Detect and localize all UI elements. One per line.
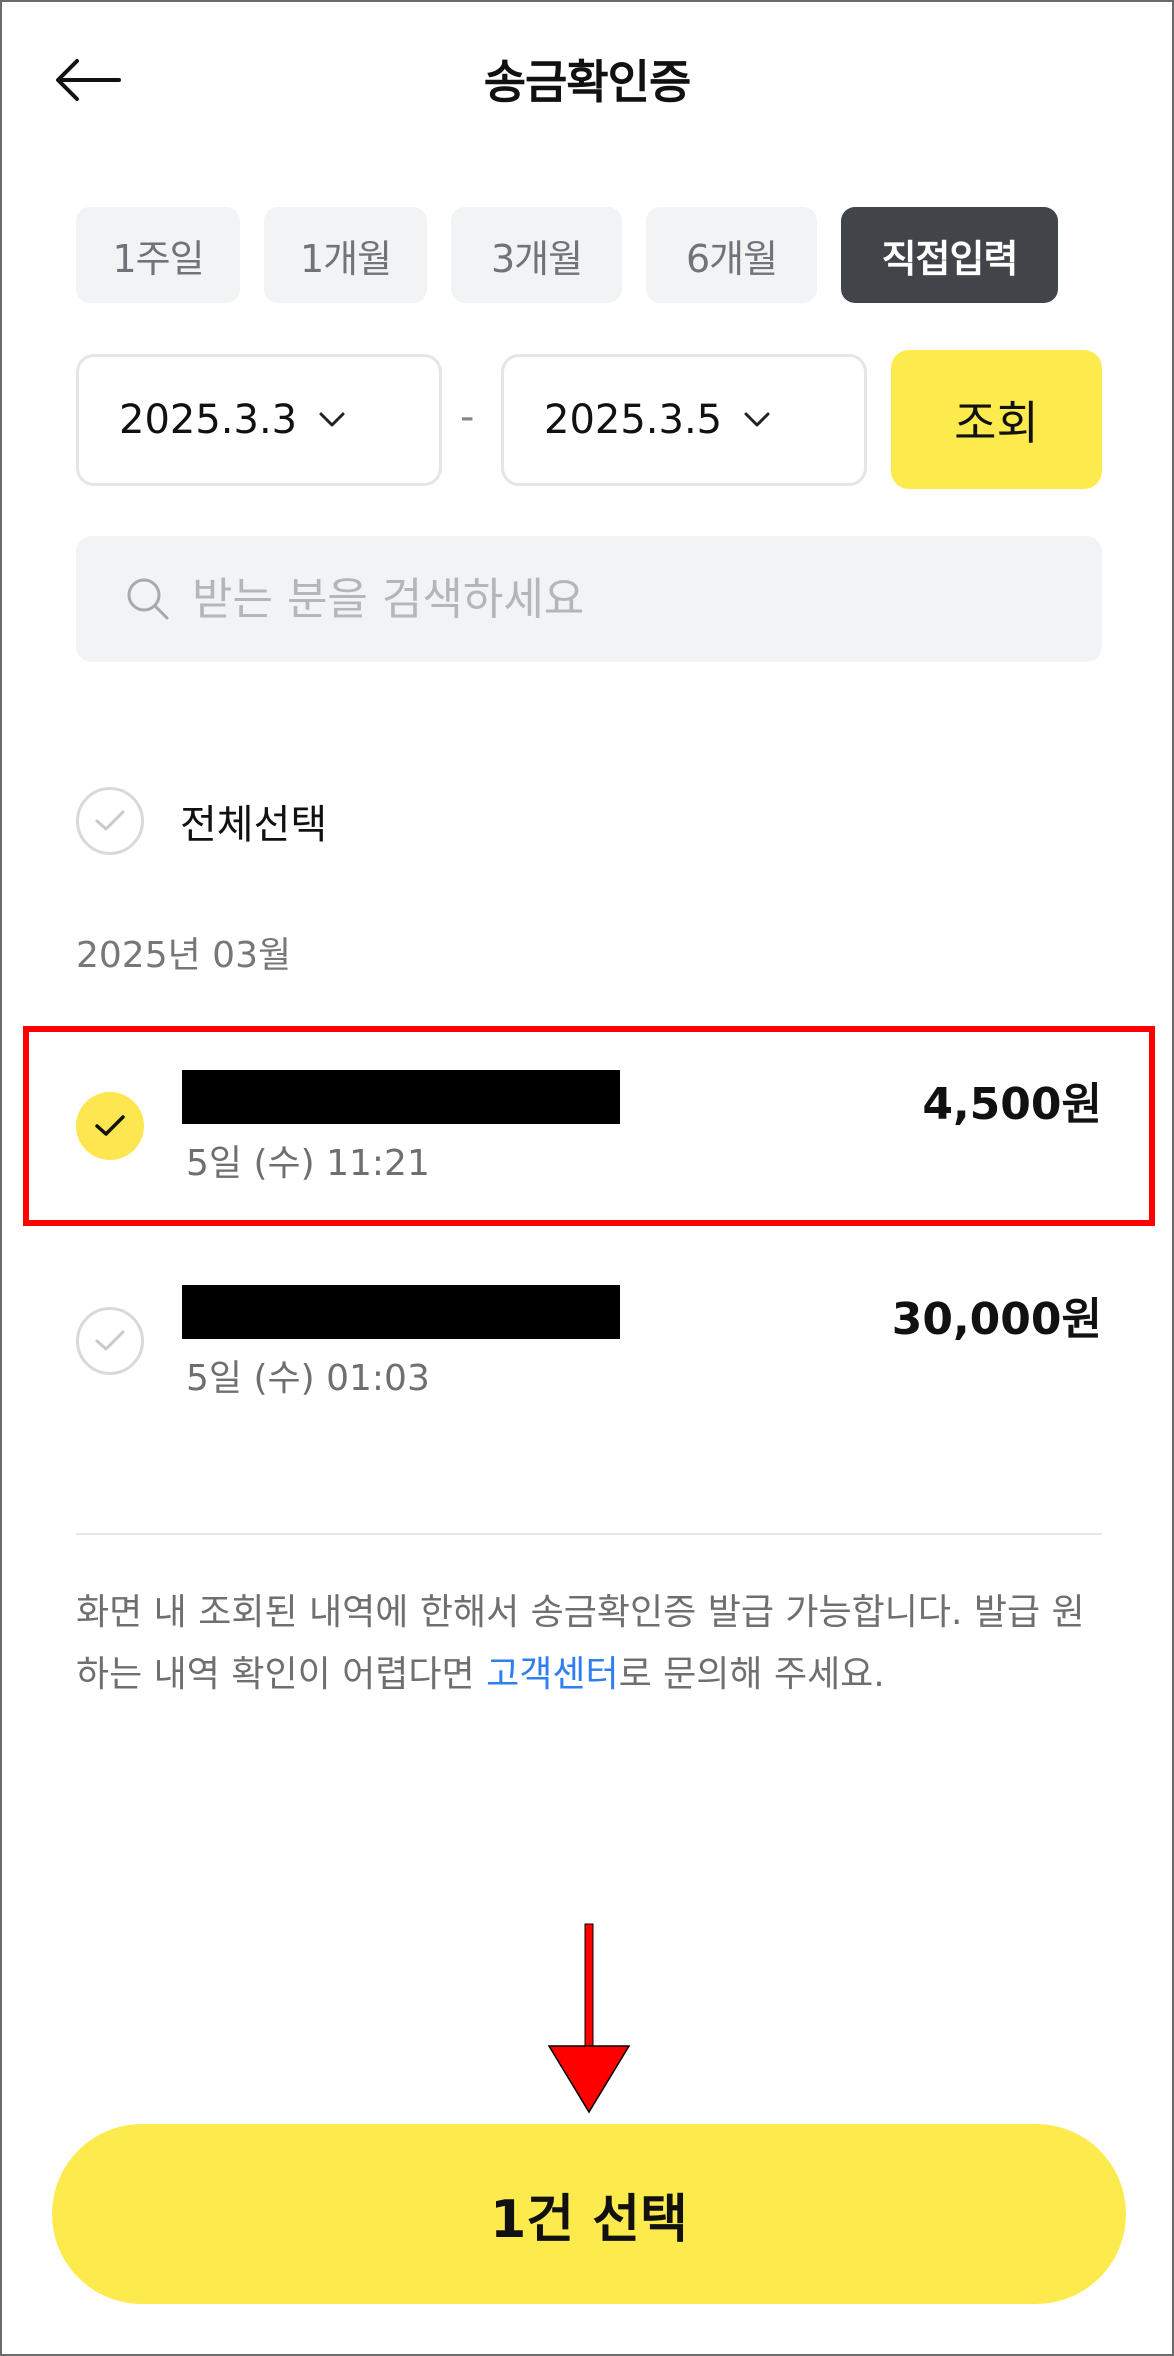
- date-separator: -: [460, 394, 475, 440]
- start-date-select[interactable]: 2025.3.3: [76, 354, 442, 486]
- check-icon: [95, 1115, 125, 1136]
- redacted-recipient-name: [182, 1070, 620, 1124]
- search-icon: [126, 577, 170, 621]
- period-chips: 1주일 1개월 3개월 6개월 직접입력: [76, 207, 1058, 303]
- end-date-select[interactable]: 2025.3.5: [501, 354, 867, 486]
- select-all-checkbox[interactable]: [76, 787, 144, 855]
- chip-1-month[interactable]: 1개월: [264, 207, 427, 303]
- search-bar: [76, 536, 1102, 662]
- screen-frame: 송금확인증 1주일 1개월 3개월 6개월 직접입력 2025.3.3 - 20…: [0, 0, 1174, 2356]
- select-all-label: 전체선택: [180, 802, 328, 848]
- chip-3-months[interactable]: 3개월: [451, 207, 622, 303]
- start-date-value: 2025.3.3: [119, 397, 298, 443]
- transaction-amount: 4,500원: [922, 1079, 1102, 1130]
- chip-custom-input[interactable]: 직접입력: [841, 207, 1058, 303]
- notice-text-after: 로 문의해 주세요.: [618, 1654, 885, 1695]
- end-date-value: 2025.3.5: [544, 397, 723, 443]
- check-icon: [95, 1330, 125, 1351]
- divider: [76, 1533, 1102, 1535]
- arrow-down-icon: [547, 1923, 631, 2114]
- transaction-time: 5일 (수) 11:21: [186, 1143, 430, 1184]
- customer-center-link[interactable]: 고객센터: [486, 1654, 618, 1695]
- chip-6-months[interactable]: 6개월: [646, 207, 817, 303]
- chip-1-week[interactable]: 1주일: [76, 207, 240, 303]
- notice-text: 화면 내 조회된 내역에 한해서 송금확인증 발급 가능합니다. 발급 원하는 …: [76, 1582, 1106, 1706]
- transaction-amount: 30,000원: [891, 1294, 1102, 1345]
- redacted-recipient-name: [182, 1285, 620, 1339]
- transaction-row[interactable]: 5일 (수) 01:03 30,000원: [2, 1247, 1174, 1437]
- transaction-row[interactable]: 5일 (수) 11:21 4,500원: [2, 1032, 1174, 1222]
- select-all-toggle[interactable]: 전체선택: [76, 787, 327, 855]
- check-icon: [95, 810, 125, 831]
- recipient-search-input[interactable]: [192, 573, 1012, 625]
- month-group-label: 2025년 03월: [76, 935, 292, 976]
- transaction-checkbox[interactable]: [76, 1307, 144, 1375]
- chevron-down-icon: [319, 412, 345, 428]
- transaction-checkbox[interactable]: [76, 1092, 144, 1160]
- select-confirm-button[interactable]: 1건 선택: [52, 2124, 1126, 2304]
- transaction-time: 5일 (수) 01:03: [186, 1358, 430, 1399]
- page-title: 송금확인증: [483, 55, 692, 109]
- query-button[interactable]: 조회: [891, 350, 1102, 489]
- chevron-down-icon: [744, 412, 770, 428]
